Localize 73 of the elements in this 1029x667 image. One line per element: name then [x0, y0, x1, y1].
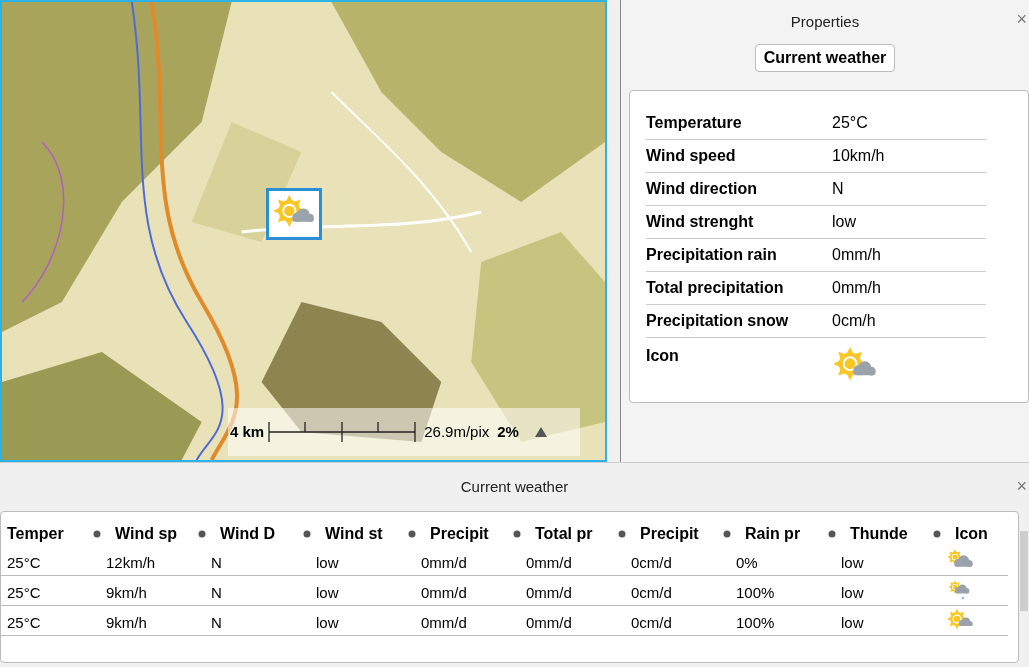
- property-label: Precipitation rain: [646, 245, 778, 265]
- column-header[interactable]: Wind st: [325, 522, 383, 546]
- column-handle-icon[interactable]: [198, 530, 206, 538]
- table-cell-text: low: [316, 553, 340, 574]
- column-handle-icon[interactable]: [303, 530, 311, 538]
- collapse-triangle-icon[interactable]: [534, 427, 547, 437]
- column-header[interactable]: Rain pr: [745, 522, 801, 546]
- zoom-level: 2%: [497, 421, 519, 442]
- table-cell-text: 9km/h: [106, 613, 148, 634]
- property-value: 25°C: [832, 113, 868, 133]
- column-handle-icon[interactable]: [828, 530, 836, 538]
- table-cell-text: 0mm/d: [526, 553, 573, 574]
- panel-title: Properties: [790, 11, 860, 32]
- property-value: 0cm/h: [832, 311, 876, 331]
- column-handle-icon[interactable]: [93, 530, 101, 538]
- scale-resolution: 26.9m/pix: [424, 421, 490, 442]
- column-handle-icon[interactable]: [513, 530, 521, 538]
- scale-distance: 4 km: [230, 421, 265, 442]
- property-value: low: [832, 212, 856, 232]
- property-value: N: [832, 179, 844, 199]
- table-cell-text: 0mm/d: [526, 613, 573, 634]
- column-header[interactable]: Wind D: [220, 522, 275, 546]
- column-header[interactable]: Precipit: [430, 522, 489, 546]
- column-handle-icon[interactable]: [723, 530, 731, 538]
- property-value: 10km/h: [832, 146, 885, 166]
- column-header[interactable]: Icon: [955, 522, 988, 546]
- scale-bar-icon: [268, 421, 417, 443]
- property-label: Wind direction: [646, 179, 758, 199]
- column-header[interactable]: Total pr: [535, 522, 593, 546]
- column-handle-icon[interactable]: [408, 530, 416, 538]
- table-cell-text: 9km/h: [106, 583, 148, 604]
- table-cell-text: 25°C: [6, 613, 42, 634]
- property-label: Temperature: [646, 113, 743, 133]
- property-value: 0mm/h: [832, 278, 881, 298]
- table-cell-text: N: [211, 553, 223, 574]
- table-cell-text: low: [841, 553, 865, 574]
- table-cell-text: 0cm/d: [631, 553, 673, 574]
- map-marker[interactable]: [266, 188, 322, 240]
- current-weather-button[interactable]: Current weather: [754, 44, 896, 72]
- column-header[interactable]: Wind sp: [115, 522, 178, 546]
- table-cell-text: 0%: [736, 553, 759, 574]
- table-cell-text: N: [211, 583, 223, 604]
- property-value: 0mm/h: [832, 245, 881, 265]
- column-handle-icon[interactable]: [618, 530, 626, 538]
- close-button[interactable]: ×: [1016, 477, 1027, 495]
- table-cell-text: N: [211, 613, 223, 634]
- table-cell-text: 0mm/d: [421, 583, 468, 604]
- table-cell-text: 25°C: [6, 553, 42, 574]
- property-label: Total precipitation: [646, 278, 785, 298]
- table-cell-text: 100%: [736, 613, 776, 634]
- table-cell-text: 0mm/d: [526, 583, 573, 604]
- column-handle-icon[interactable]: [933, 530, 941, 538]
- property-label: Wind speed: [646, 146, 737, 166]
- table-cell-text: 100%: [736, 583, 776, 604]
- table-cell-text: low: [841, 613, 865, 634]
- table-cell-text: 0cm/d: [631, 613, 673, 634]
- table-cell-text: 0mm/d: [421, 613, 468, 634]
- column-header[interactable]: Thunde: [850, 522, 908, 546]
- table-cell-text: 25°C: [6, 583, 42, 604]
- column-header[interactable]: Temper: [1, 522, 64, 546]
- table-cell-text: low: [316, 613, 340, 634]
- table-cell-text: 0cm/d: [631, 583, 673, 604]
- table-cell-text: low: [316, 583, 340, 604]
- scrollbar[interactable]: [1020, 531, 1028, 611]
- table-cell-text: low: [841, 583, 865, 604]
- table-cell-text: 12km/h: [106, 553, 157, 574]
- panel-title: Current weather: [460, 476, 569, 497]
- property-label: Icon: [646, 346, 680, 366]
- column-header[interactable]: Precipit: [640, 522, 699, 546]
- close-button[interactable]: ×: [1016, 10, 1027, 28]
- property-label: Wind strenght: [646, 212, 755, 232]
- table-cell-text: 0mm/d: [421, 553, 468, 574]
- property-label: Precipitation snow: [646, 311, 790, 331]
